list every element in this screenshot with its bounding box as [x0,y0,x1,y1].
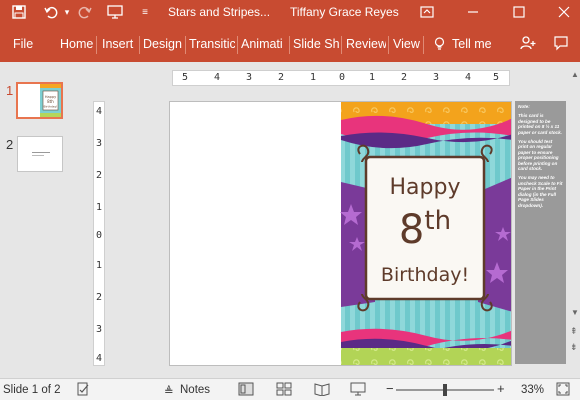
ruler-label: 4 [465,72,472,83]
tab-slide-show[interactable]: Slide Sho [293,37,339,51]
ruler-label: 3 [433,72,440,83]
thumbnail-number-1: 1 [6,83,14,98]
ruler-label: 2 [96,170,103,181]
note-paragraph: This card is designed to be printed on 8… [518,113,562,135]
ruler-label: 4 [96,353,103,364]
ruler-label: 2 [401,72,408,83]
ruler-label: 0 [96,230,103,241]
svg-text:Birthday!: Birthday! [44,105,58,109]
reading-view-icon[interactable] [314,382,330,399]
thumbnail-slide-1[interactable]: Happy 8th Birthday! [16,82,63,119]
zoom-in-icon[interactable]: + [497,381,505,396]
ruler-label: 1 [310,72,317,83]
note-heading: Note: [518,104,530,109]
ruler-label: 1 [96,260,103,271]
svg-text:8th: 8th [47,99,54,104]
thumbnail-number-2: 2 [6,137,14,152]
save-icon[interactable] [10,3,28,21]
tab-transitions[interactable]: Transitic [189,37,235,51]
maximize-icon[interactable] [510,3,528,21]
ruler-label: 3 [246,72,253,83]
slide-sorter-icon[interactable] [276,382,292,399]
zoom-level[interactable]: 33% [521,384,544,396]
ruler-label: 5 [493,72,500,83]
user-name[interactable]: Tiffany Grace Reyes [290,5,399,19]
card-age-number: 8 [398,207,425,253]
ruler-label: 3 [96,138,103,149]
horizontal-ruler: 5 4 3 2 1 0 1 2 3 4 5 [172,70,510,86]
tab-design[interactable]: Design [143,37,183,51]
tab-animations[interactable]: Animati [241,37,287,51]
tab-review[interactable]: Review [346,37,386,51]
present-from-start-icon[interactable] [106,3,124,21]
ribbon-tabs: File Home Insert Design Transitic Animat… [0,24,580,62]
ruler-label: 4 [96,106,103,117]
status-bar: Slide 1 of 2 ≜ Notes − + 33% [0,378,580,400]
previous-slide-icon[interactable]: ⇞ [570,326,578,337]
printing-note-box[interactable]: Note: This card is designed to be printe… [515,101,566,364]
notes-button[interactable]: Notes [180,384,210,396]
document-title: Stars and Stripes... [168,5,271,19]
ruler-label: 2 [278,72,285,83]
note-paragraph: You may need to uncheck Scale to Fit Pap… [518,175,563,208]
zoom-out-icon[interactable]: − [386,381,394,396]
undo-dropdown-icon[interactable]: ▾ [58,3,76,21]
thumbnail-slide-2[interactable] [17,136,63,172]
fit-slide-to-window-icon[interactable] [556,382,570,399]
tab-insert[interactable]: Insert [102,37,138,51]
zoom-slider[interactable] [396,384,494,396]
note-paragraph: You should test print on regular paper t… [518,139,559,172]
vertical-ruler: 4 3 2 1 0 1 2 3 4 [93,101,105,366]
slide-canvas[interactable]: Happy 8th Birthday! [169,101,512,366]
comments-icon[interactable] [553,35,573,54]
ruler-label: 5 [182,72,189,83]
normal-view-icon[interactable] [238,382,254,399]
card-line-happy[interactable]: Happy [366,175,484,200]
ruler-label: 4 [214,72,221,83]
minimize-icon[interactable] [464,3,482,21]
ruler-label: 3 [96,324,103,335]
card-line-birthday[interactable]: Birthday! [366,264,484,286]
card-age-suffix: th [424,206,452,236]
vertical-scrollbar[interactable]: ▲ ▼ ⇞ ⇟ [570,70,580,370]
tab-view[interactable]: View [393,37,421,51]
scroll-down-arrow-icon[interactable]: ▼ [571,308,579,317]
share-icon[interactable] [520,35,540,54]
spelling-check-icon[interactable] [76,382,90,399]
customize-toolbar-icon[interactable]: ≡ [136,3,154,21]
title-bar: ▾ ≡ Stars and Stripes... Tiffany Grace R… [0,0,580,24]
ruler-label: 1 [96,202,103,213]
notes-toggle-icon[interactable]: ≜ [164,384,174,398]
zoom-slider-thumb[interactable] [443,384,447,396]
tab-file[interactable]: File [13,37,37,51]
ribbon-display-options-icon[interactable] [418,3,436,21]
tell-me-search[interactable]: Tell me [452,37,496,51]
lightbulb-icon [434,37,450,54]
close-icon[interactable] [555,3,573,21]
slide-show-icon[interactable] [350,382,366,399]
tab-home[interactable]: Home [60,37,94,51]
ruler-label: 0 [339,72,346,83]
next-slide-icon[interactable]: ⇟ [570,342,578,353]
card-line-age[interactable]: 8th [366,206,484,253]
ruler-label: 1 [369,72,376,83]
slide-count: Slide 1 of 2 [3,384,61,396]
redo-icon[interactable] [76,3,94,21]
ruler-label: 2 [96,292,103,303]
scroll-up-arrow-icon[interactable]: ▲ [571,70,579,79]
